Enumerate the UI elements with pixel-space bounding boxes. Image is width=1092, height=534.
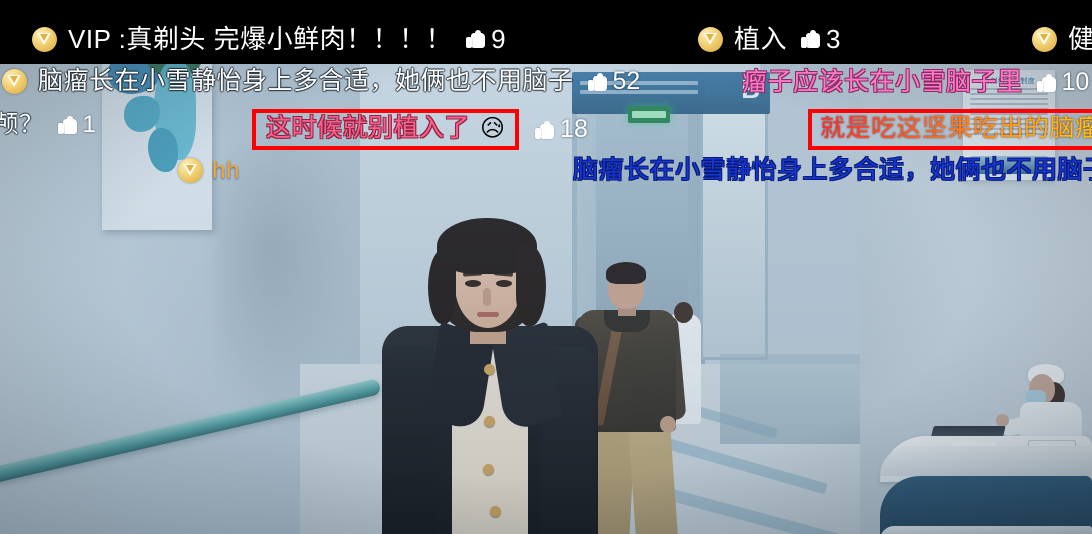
danmaku-comment[interactable]: VIP :真剃头 完爆小鲜肉！！！！ 9 [32, 26, 506, 52]
woman-mouth [477, 312, 499, 317]
floor-stripe [662, 487, 868, 534]
danmaku-comment[interactable]: 瘤子应该长在小雪脑子里 10 [742, 70, 1089, 95]
like-count: 10 [1061, 68, 1090, 96]
exit-sign [628, 106, 670, 123]
woman-arm-left [382, 346, 436, 534]
woman-coat-button [490, 506, 501, 517]
danmaku-comment[interactable]: 植入 3 [698, 26, 840, 52]
danmaku-text: 瘤子应该长在小雪脑子里 [742, 68, 1023, 96]
like-group[interactable]: 18 [535, 117, 588, 142]
painting-blob [148, 128, 178, 172]
danmaku-comment-highlighted[interactable]: 这时候就别植入了 😥 18 [252, 109, 588, 150]
vip-badge-icon [2, 69, 27, 94]
man-hand [660, 416, 676, 433]
username-text: hh [212, 156, 240, 184]
danmaku-text: 植入 [734, 24, 788, 54]
like-count: 3 [826, 24, 841, 54]
like-group[interactable]: 1 [57, 111, 96, 138]
like-group[interactable]: 52 [587, 67, 641, 95]
thumbs-up-icon[interactable] [535, 120, 555, 139]
danmaku-comment[interactable]: 脑瘤长在小雪静怡身上多合适，她俩也不用脑子 [573, 158, 1092, 183]
thumbs-up-icon[interactable] [466, 30, 486, 48]
like-count: 9 [491, 24, 506, 54]
danmaku-text: 这时候就别植入了 [266, 114, 471, 142]
woman-coat-button [484, 364, 495, 375]
thumbs-up-icon[interactable] [57, 116, 77, 134]
like-group[interactable]: 10 [1036, 68, 1090, 96]
woman-hair-side-left [428, 250, 456, 324]
highlight-box: 就是吃这坚果吃出的脑瘤吧 [808, 109, 1092, 150]
danmaku-comment[interactable]: 脑瘤长在小雪静怡身上多合适，她俩也不用脑子 52 [2, 69, 640, 94]
like-count: 18 [560, 115, 588, 143]
thumbs-up-icon[interactable] [801, 30, 821, 48]
danmaku-comment[interactable]: 干颅？ 1 [0, 113, 96, 137]
woman-hair-side-right [516, 246, 546, 326]
danmaku-comment-highlighted[interactable]: 就是吃这坚果吃出的脑瘤吧 [808, 109, 1092, 150]
danmaku-text: 就是吃这坚果吃出的脑瘤吧 [820, 116, 1092, 141]
vip-badge-icon [178, 158, 203, 183]
danmaku-text: 脑瘤长在小雪静怡身上多合适，她俩也不用脑子 [38, 67, 574, 95]
like-count: 1 [82, 111, 96, 138]
danmaku-text: 干颅？ [0, 111, 44, 138]
danmaku-text: 健 [1068, 24, 1092, 54]
danmaku-comment[interactable]: 健 [1032, 26, 1092, 52]
reception-desk-base [880, 526, 1092, 534]
woman-eye-right [496, 280, 512, 287]
corridor-baseboard [720, 354, 870, 444]
woman-nose [483, 288, 491, 306]
vip-badge-icon [1032, 26, 1057, 52]
like-count: 52 [612, 67, 641, 95]
highlight-box: 这时候就别植入了 😥 [252, 109, 520, 150]
danmaku-text: VIP :真剃头 完爆小鲜肉！！！！ [68, 24, 453, 54]
woman-coat-button [483, 464, 494, 475]
danmaku-username[interactable]: hh [178, 158, 240, 183]
vip-badge-icon [698, 26, 723, 52]
vip-badge-icon [32, 26, 57, 52]
video-player[interactable]: B 药剂科工作制度 VIP:真剃头 完爆小鲜肉！！！！ 9 植入 3 健 脑瘤… [0, 0, 1092, 534]
danmaku-text: 脑瘤长在小雪静怡身上多合适，她俩也不用脑子 [573, 156, 1092, 184]
thumbs-up-icon[interactable] [587, 72, 607, 91]
crying-face-emoji: 😥 [480, 114, 506, 142]
woman-eye-left [465, 280, 481, 287]
like-group[interactable]: 3 [801, 26, 840, 52]
thumbs-up-icon[interactable] [1036, 73, 1056, 92]
man-hair [606, 262, 646, 284]
woman-coat-button [484, 416, 495, 427]
like-group[interactable]: 9 [466, 24, 506, 54]
far-doorway [700, 104, 768, 360]
man-leg-right [627, 420, 679, 534]
reception-desk-counter [880, 446, 1092, 476]
